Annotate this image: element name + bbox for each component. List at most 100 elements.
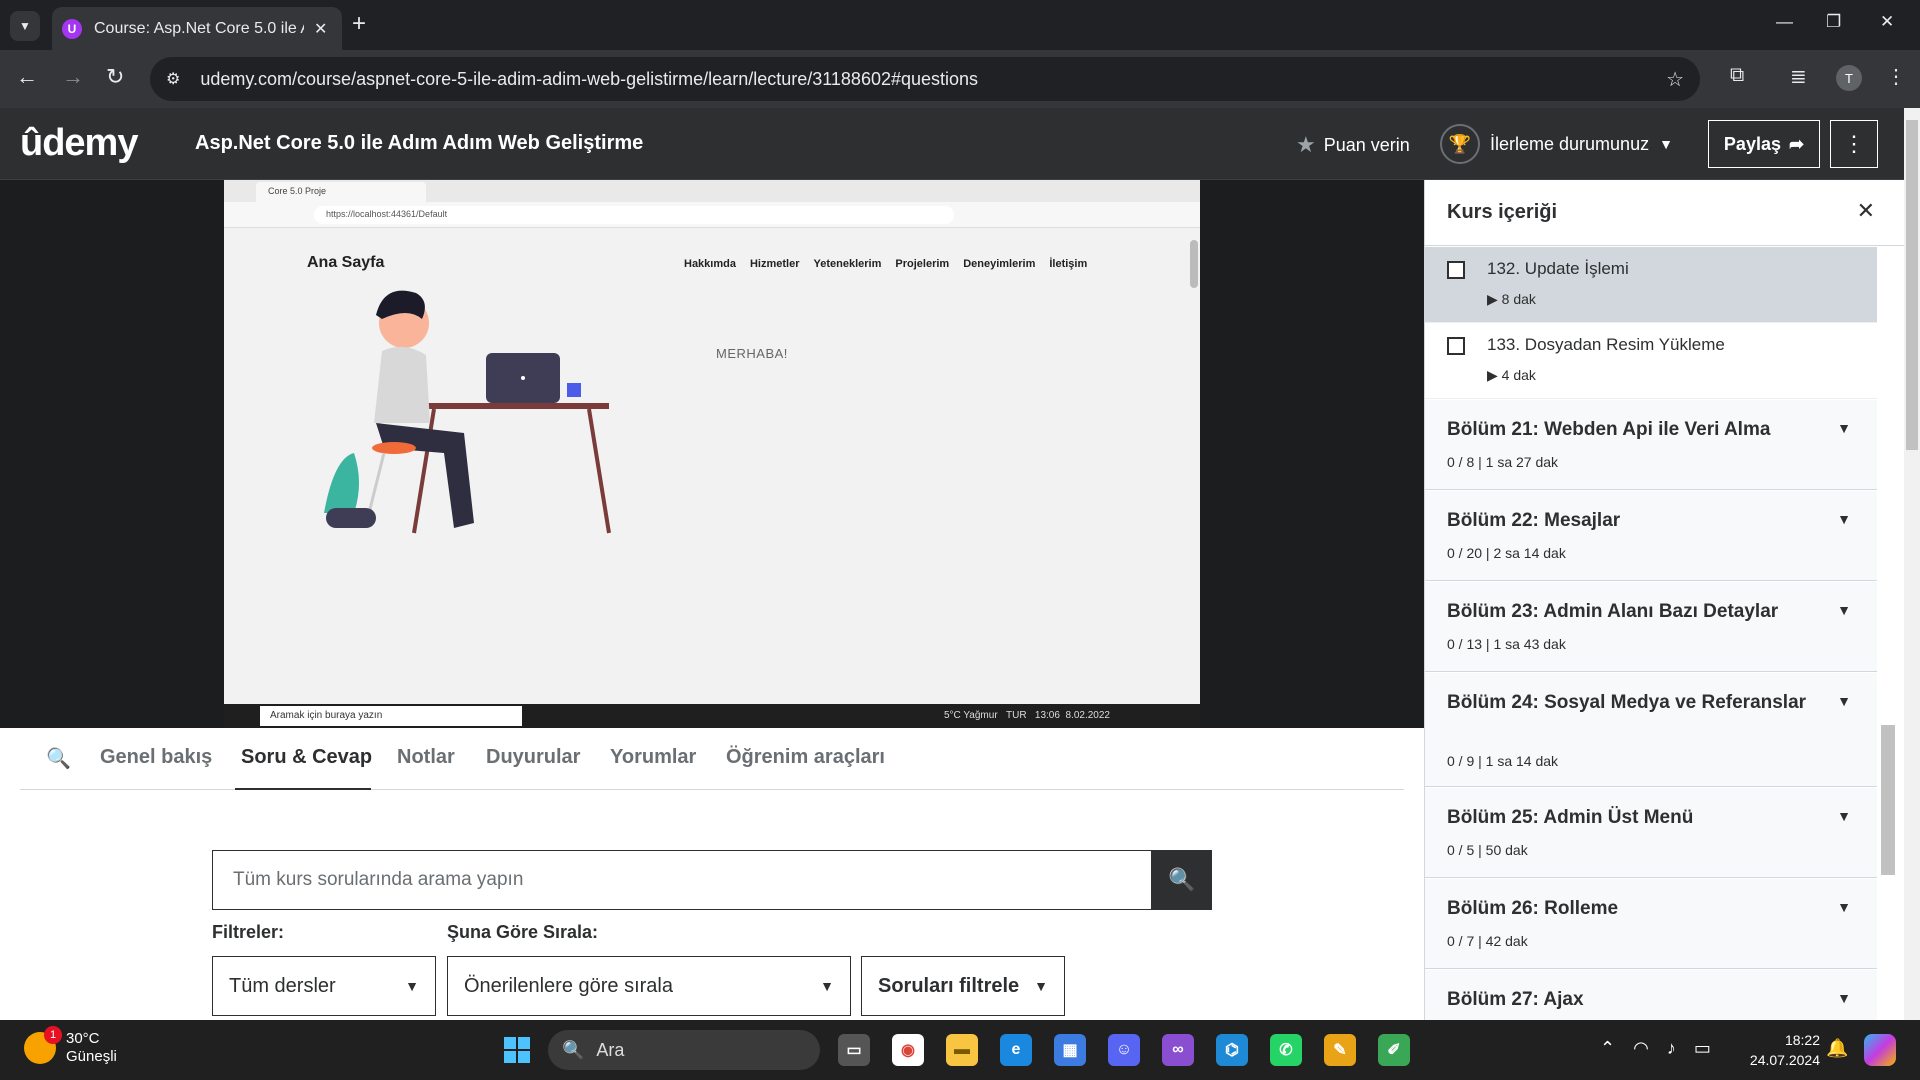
sidebar-scrollbar[interactable] bbox=[1877, 246, 1904, 1020]
weather-description: Güneşli bbox=[66, 1048, 117, 1065]
site-settings-icon[interactable]: ⚙ bbox=[166, 69, 180, 89]
section-27[interactable]: Bölüm 27: Ajax ▼ bbox=[1425, 970, 1877, 1020]
browser-tab-active[interactable]: U Course: Asp.Net Core 5.0 ile Adım Adım… bbox=[52, 7, 342, 50]
tab-notes[interactable]: Notlar bbox=[397, 746, 455, 769]
tab-learning-tools[interactable]: Öğrenim araçları bbox=[726, 746, 885, 769]
microsoft-store-icon[interactable]: ▦ bbox=[1054, 1034, 1086, 1066]
discord-icon[interactable]: ☺ bbox=[1108, 1034, 1140, 1066]
course-title[interactable]: Asp.Net Core 5.0 ile Adım Adım Web Geliş… bbox=[195, 132, 643, 155]
question-filter-button[interactable]: Soruları filtrele ▼ bbox=[861, 956, 1065, 1016]
chrome-menu-icon[interactable]: ⋮ bbox=[1886, 64, 1906, 89]
section-25[interactable]: Bölüm 25: Admin Üst Menü 0 / 5 | 50 dak … bbox=[1425, 788, 1877, 878]
video-site-nav: Hakkımda Hizmetler Yeteneklerim Projeler… bbox=[684, 258, 1087, 270]
share-label: Paylaş bbox=[1723, 133, 1781, 154]
tab-qa[interactable]: Soru & Cevap bbox=[241, 746, 372, 769]
tab-search-chevron-icon[interactable]: ▼ bbox=[10, 11, 40, 41]
profile-avatar[interactable]: T bbox=[1836, 65, 1862, 91]
taskbar-search[interactable]: 🔍 Ara bbox=[548, 1030, 820, 1070]
share-button[interactable]: Paylaş ➦ bbox=[1708, 120, 1820, 168]
section-meta: 0 / 13 | 1 sa 43 dak bbox=[1447, 636, 1566, 652]
progress-label: İlerleme durumunuz bbox=[1490, 133, 1650, 154]
section-24[interactable]: Bölüm 24: Sosyal Medya ve Referanslar 0 … bbox=[1425, 673, 1877, 787]
bookmark-star-icon[interactable]: ☆ bbox=[1666, 67, 1684, 92]
tab-reviews[interactable]: Yorumlar bbox=[610, 746, 696, 769]
progress-dropdown[interactable]: 🏆 İlerleme durumunuz ▼ bbox=[1440, 124, 1673, 164]
video-nav-item: Yeteneklerim bbox=[813, 258, 882, 270]
video-player[interactable]: Core 5.0 Proje https://localhost:44361/D… bbox=[0, 180, 1424, 728]
tab-close-icon[interactable]: ✕ bbox=[314, 19, 327, 39]
reload-icon[interactable]: ↻ bbox=[106, 64, 124, 90]
lecture-item[interactable]: 132. Update İşlemi ▶ 8 dak bbox=[1425, 247, 1877, 323]
copilot-icon[interactable] bbox=[1864, 1034, 1896, 1066]
back-arrow-icon[interactable]: ← bbox=[16, 64, 38, 90]
page-scrollbar-thumb[interactable] bbox=[1906, 120, 1918, 450]
close-icon[interactable]: ✕ bbox=[1857, 198, 1875, 224]
battery-icon[interactable]: ▭ bbox=[1694, 1038, 1711, 1059]
course-content-sidebar: Kurs içeriği ✕ 132. Update İşlemi ▶ 8 da… bbox=[1424, 180, 1904, 1020]
chevron-down-icon: ▼ bbox=[1837, 420, 1851, 436]
udemy-logo[interactable]: ûdemy bbox=[20, 122, 138, 165]
close-window-icon[interactable]: ✕ bbox=[1880, 12, 1894, 32]
tab-overview[interactable]: Genel bakış bbox=[100, 746, 212, 769]
lecture-duration: ▶ 8 dak bbox=[1487, 291, 1536, 307]
restore-icon[interactable]: ❐ bbox=[1826, 12, 1841, 32]
new-tab-plus-icon[interactable]: + bbox=[352, 10, 366, 38]
visual-studio-icon[interactable]: ∞ bbox=[1162, 1034, 1194, 1066]
section-meta: 0 / 5 | 50 dak bbox=[1447, 842, 1528, 858]
section-title: Bölüm 25: Admin Üst Menü bbox=[1447, 807, 1694, 828]
tab-announcements[interactable]: Duyurular bbox=[486, 746, 580, 769]
vscode-icon[interactable]: ⌬ bbox=[1216, 1034, 1248, 1066]
task-view-icon[interactable]: ▭ bbox=[838, 1034, 870, 1066]
sort-select[interactable]: Önerilenlere göre sırala ▼ bbox=[447, 956, 851, 1016]
lecture-filter-select[interactable]: Tüm dersler ▼ bbox=[212, 956, 436, 1016]
media-control-icon[interactable]: ≣ bbox=[1790, 64, 1807, 89]
app-icon[interactable]: ✎ bbox=[1324, 1034, 1356, 1066]
system-tray: ⌃ ◠ ♪ ▭ bbox=[1600, 1038, 1711, 1059]
section-title: Bölüm 22: Mesajlar bbox=[1447, 510, 1621, 531]
sidebar-header: Kurs içeriği ✕ bbox=[1425, 180, 1904, 246]
file-explorer-icon[interactable]: ▬ bbox=[946, 1034, 978, 1066]
tab-title: Course: Asp.Net Core 5.0 ile Adım Adım bbox=[94, 19, 304, 37]
notification-bell-icon[interactable]: 🔔 bbox=[1826, 1038, 1848, 1059]
forward-arrow-icon[interactable]: → bbox=[62, 64, 84, 90]
sort-value: Önerilenlere göre sırala bbox=[464, 974, 673, 997]
video-inner-tray: 5°C Yağmur TUR 13:06 8.02.2022 bbox=[944, 710, 1110, 721]
volume-icon[interactable]: ♪ bbox=[1667, 1038, 1676, 1059]
chrome-icon[interactable]: ◉ bbox=[892, 1034, 924, 1066]
address-bar[interactable]: ⚙ udemy.com/course/aspnet-core-5-ile-adi… bbox=[150, 57, 1700, 101]
section-meta: 0 / 7 | 42 dak bbox=[1447, 933, 1528, 949]
weather-widget[interactable]: 1 30°C Güneşli bbox=[24, 1026, 117, 1066]
sidebar-scrollbar-thumb[interactable] bbox=[1881, 725, 1895, 875]
section-21[interactable]: Bölüm 21: Webden Api ile Veri Alma 0 / 8… bbox=[1425, 400, 1877, 490]
chevron-up-icon[interactable]: ⌃ bbox=[1600, 1038, 1615, 1059]
section-23[interactable]: Bölüm 23: Admin Alanı Bazı Detaylar 0 / … bbox=[1425, 582, 1877, 672]
lecture-item[interactable]: 133. Dosyadan Resim Yükleme ▶ 4 dak bbox=[1425, 323, 1877, 399]
lecture-checkbox[interactable] bbox=[1447, 261, 1465, 279]
search-icon[interactable]: 🔍 bbox=[46, 746, 71, 771]
video-inner-page: Ana Sayfa Hakkımda Hizmetler Yetenekleri… bbox=[224, 228, 1200, 704]
lecture-tabs: 🔍 Genel bakış Soru & Cevap Notlar Duyuru… bbox=[20, 728, 1404, 790]
qa-search-button[interactable]: 🔍 bbox=[1152, 850, 1212, 910]
qa-search-input[interactable]: Tüm kurs sorularında arama yapın bbox=[212, 850, 1152, 910]
lecture-checkbox[interactable] bbox=[1447, 337, 1465, 355]
more-options-button[interactable]: ⋮ bbox=[1830, 120, 1878, 168]
whatsapp-icon[interactable]: ✆ bbox=[1270, 1034, 1302, 1066]
chevron-down-icon: ▼ bbox=[1837, 602, 1851, 618]
chevron-down-icon: ▼ bbox=[1837, 899, 1851, 915]
rate-course-button[interactable]: ★ Puan verin bbox=[1296, 132, 1410, 158]
sidebar-title: Kurs içeriği bbox=[1447, 201, 1558, 223]
windows-start-icon[interactable] bbox=[504, 1037, 530, 1063]
section-22[interactable]: Bölüm 22: Mesajlar 0 / 20 | 2 sa 14 dak … bbox=[1425, 491, 1877, 581]
wifi-icon[interactable]: ◠ bbox=[1633, 1038, 1649, 1059]
windows-taskbar: 1 30°C Güneşli 🔍 Ara ▭ ◉ ▬ e ▦ ☺ ∞ ⌬ ✆ ✎… bbox=[0, 1020, 1920, 1080]
weather-temperature: 30°C bbox=[66, 1030, 100, 1047]
edge-icon[interactable]: e bbox=[1000, 1034, 1032, 1066]
notepad-icon[interactable]: ✐ bbox=[1378, 1034, 1410, 1066]
extensions-puzzle-icon[interactable]: ⧉ bbox=[1730, 64, 1744, 87]
section-meta: 0 / 9 | 1 sa 14 dak bbox=[1447, 753, 1559, 769]
clock[interactable]: 18:22 24.07.2024 bbox=[1740, 1030, 1820, 1070]
section-title: Bölüm 23: Admin Alanı Bazı Detaylar bbox=[1447, 601, 1779, 622]
section-26[interactable]: Bölüm 26: Rolleme 0 / 7 | 42 dak ▼ bbox=[1425, 879, 1877, 969]
clock-time: 18:22 bbox=[1784, 1032, 1820, 1048]
minimize-icon[interactable]: — bbox=[1776, 12, 1793, 32]
